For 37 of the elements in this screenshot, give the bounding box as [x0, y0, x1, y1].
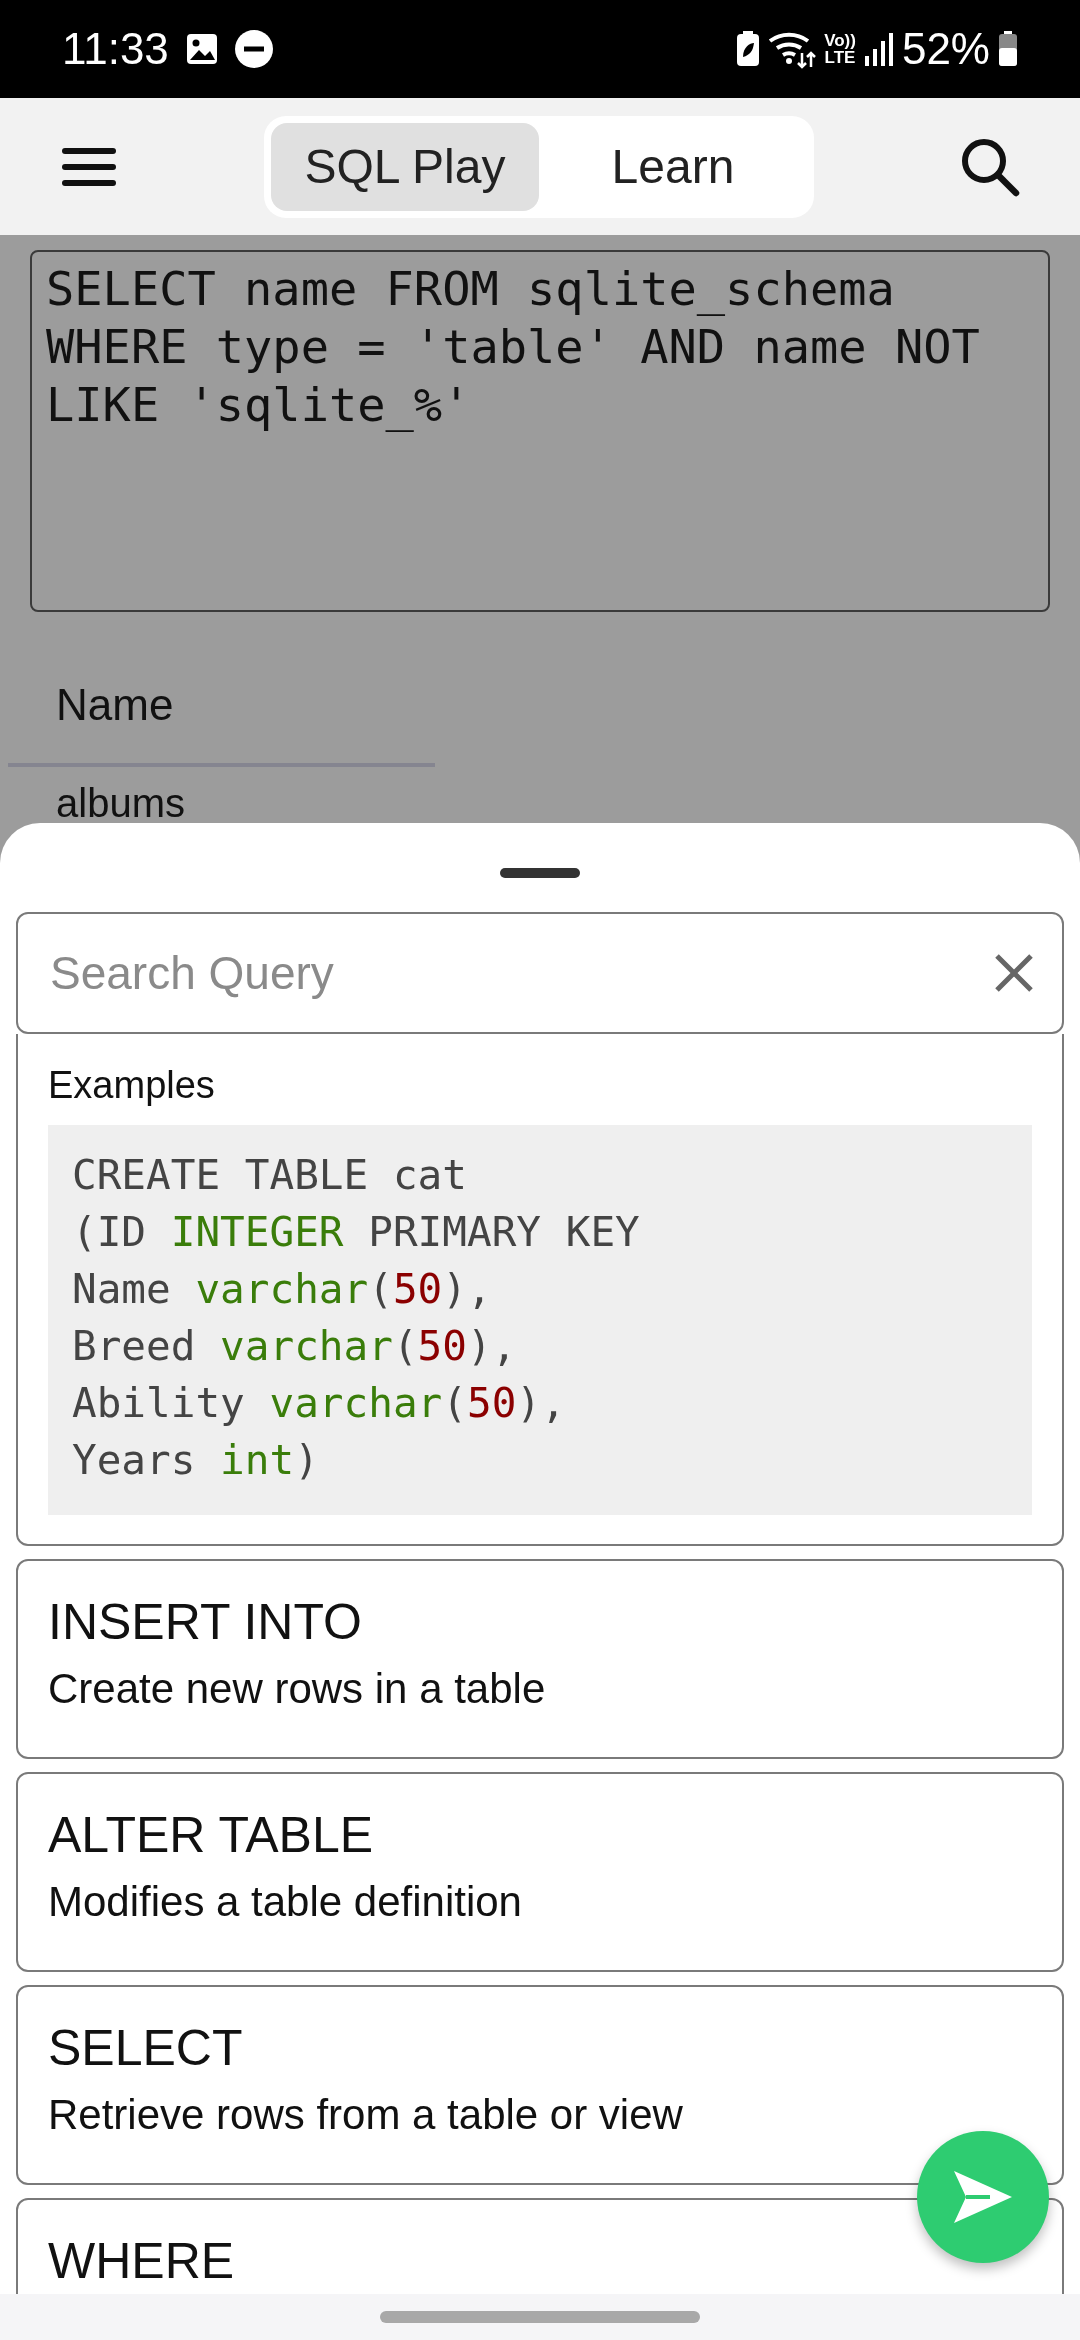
command-description: Create new rows in a table	[48, 1664, 547, 1714]
status-time: 11:33	[62, 23, 169, 75]
command-title: WHERE	[48, 2232, 236, 2290]
command-card[interactable]: SELECT Retrieve rows from a table or view	[16, 1985, 1064, 2185]
command-description: Modifies a table definition	[48, 1877, 523, 1927]
command-title: ALTER TABLE	[48, 1806, 375, 1864]
command-description: Retrieve rows from a table or view	[48, 2090, 684, 2140]
network-label: LTE	[824, 49, 856, 66]
query-field[interactable]: SELECT name FROM sqlite_schema WHERE type = 'table' AND name NOT LIKE 'sqlite_%'	[30, 250, 1050, 612]
table-cell-text: albums	[55, 780, 186, 825]
search-icon[interactable]	[960, 136, 1020, 197]
code-line: Ability varchar(50),	[72, 1378, 567, 1429]
tab[interactable]: SQL Play	[271, 122, 539, 211]
battery-saver-icon	[736, 31, 761, 67]
code-line: Years int)	[72, 1435, 320, 1486]
menu-icon[interactable]	[60, 145, 118, 188]
image-icon	[184, 32, 219, 66]
battery-percent: 52%	[901, 23, 990, 75]
send-icon	[952, 2169, 1014, 2225]
command-card[interactable]: INSERT INTO Create new rows in a table	[16, 1559, 1064, 1759]
column-header: Name	[8, 672, 435, 767]
code-line: (ID INTEGER PRIMARY KEY	[72, 1207, 641, 1258]
code-line: CREATE TABLE cat	[72, 1150, 468, 1201]
close-icon[interactable]	[994, 953, 1034, 993]
command-card[interactable]: ALTER TABLE Modifies a table definition	[16, 1772, 1064, 1972]
do-not-disturb-icon	[234, 30, 273, 68]
command-title: INSERT INTO	[48, 1593, 363, 1651]
examples-label: Examples	[48, 1063, 216, 1108]
signal-icon	[863, 32, 894, 66]
command-title: SELECT	[48, 2019, 244, 2077]
code-line: Breed varchar(50),	[72, 1321, 518, 1372]
search-field[interactable]: Search Query	[16, 912, 1064, 1034]
battery-icon	[998, 31, 1018, 67]
drag-handle[interactable]	[500, 868, 580, 878]
volte-label: Vo))	[824, 32, 856, 49]
tab[interactable]: Learn	[539, 122, 807, 211]
code-line: Name varchar(50),	[72, 1264, 493, 1315]
